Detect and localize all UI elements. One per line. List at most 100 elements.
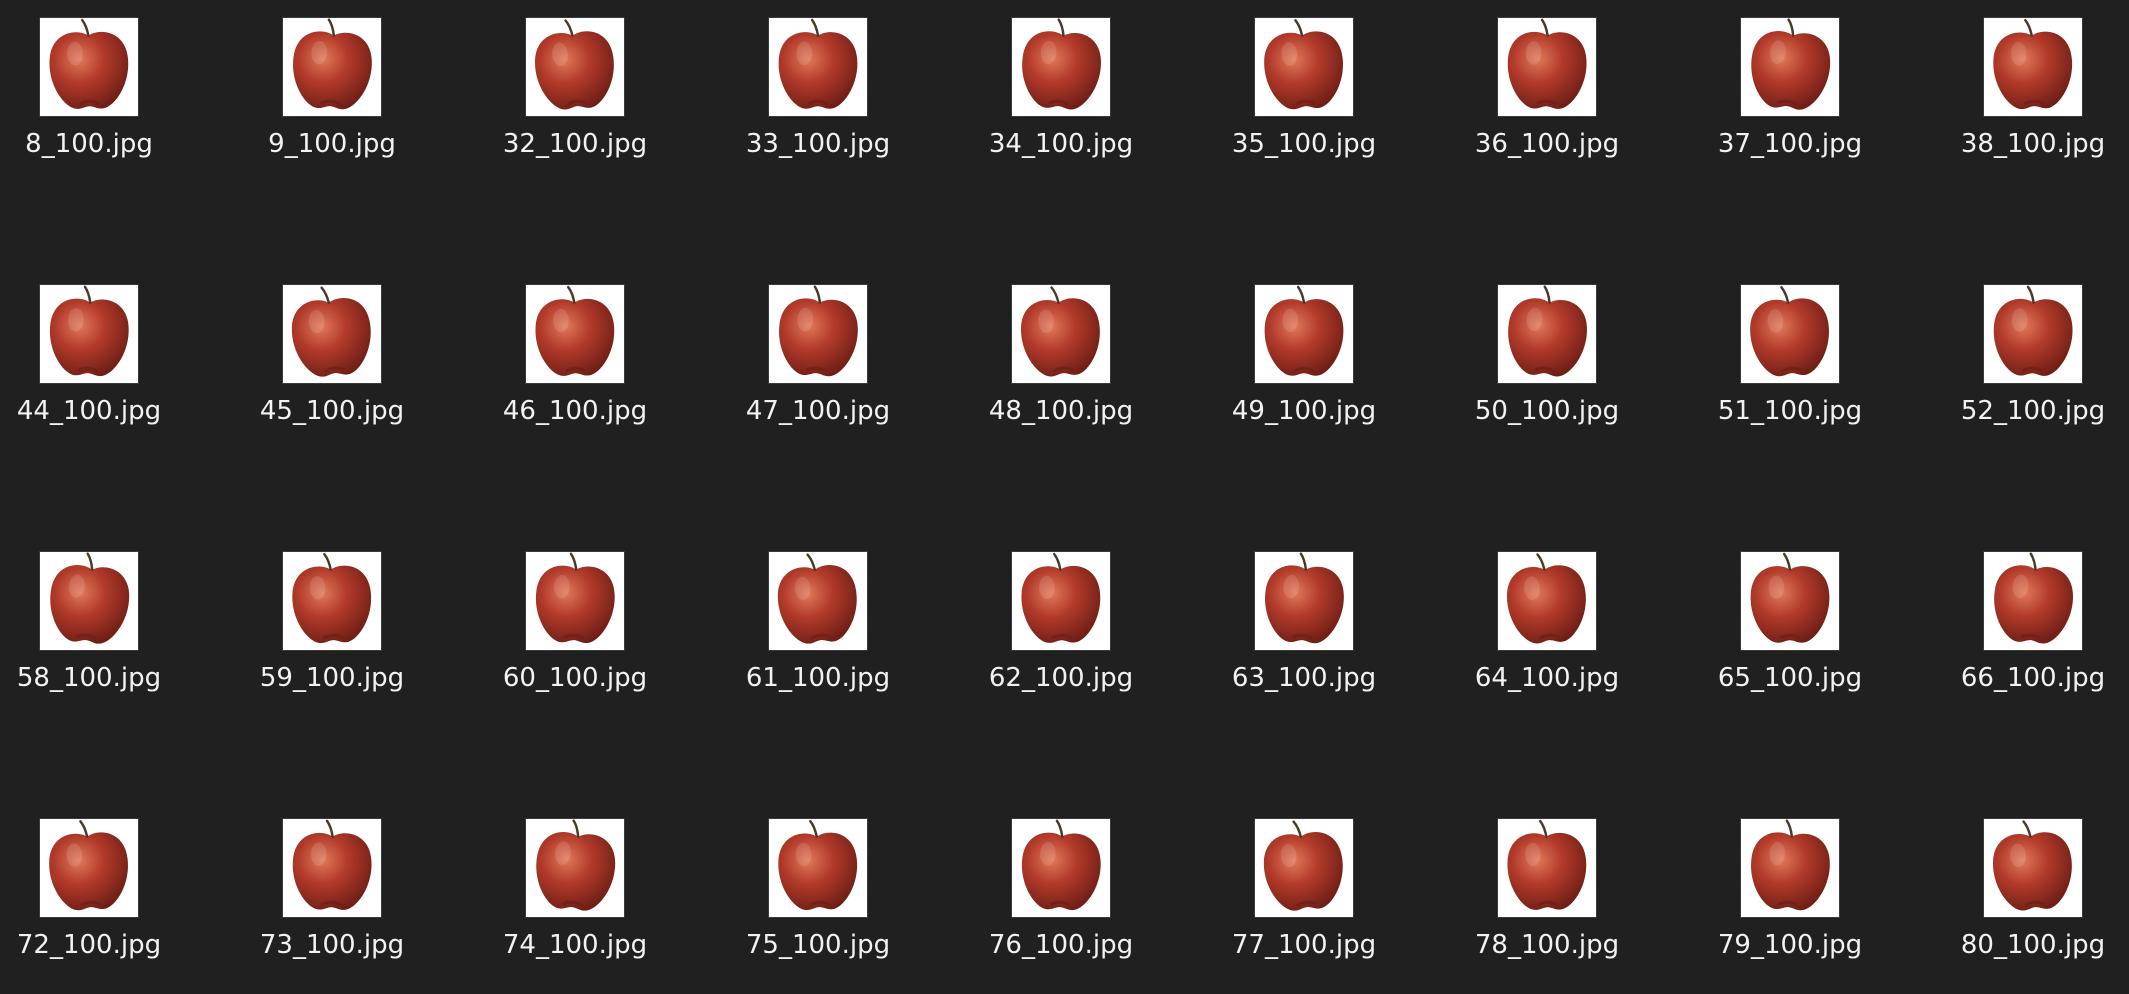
file-item[interactable]: 65_100.jpg xyxy=(1690,551,1890,731)
file-thumbnail[interactable] xyxy=(1983,284,2083,384)
file-name-label[interactable]: 52_100.jpg xyxy=(1933,394,2129,428)
file-item[interactable]: 45_100.jpg xyxy=(232,284,432,464)
file-name-label[interactable]: 45_100.jpg xyxy=(232,394,432,428)
file-item[interactable]: 32_100.jpg xyxy=(475,17,675,197)
file-thumbnail[interactable] xyxy=(282,551,382,651)
file-name-label[interactable]: 66_100.jpg xyxy=(1933,661,2129,695)
file-name-label[interactable]: 59_100.jpg xyxy=(232,661,432,695)
file-item[interactable]: 60_100.jpg xyxy=(475,551,675,731)
file-name-label[interactable]: 50_100.jpg xyxy=(1447,394,1647,428)
file-item[interactable]: 66_100.jpg xyxy=(1933,551,2129,731)
file-name-label[interactable]: 72_100.jpg xyxy=(0,928,189,962)
file-name-label[interactable]: 60_100.jpg xyxy=(475,661,675,695)
file-thumbnail[interactable] xyxy=(1740,17,1840,117)
file-name-label[interactable]: 64_100.jpg xyxy=(1447,661,1647,695)
file-item[interactable]: 62_100.jpg xyxy=(961,551,1161,731)
file-thumbnail[interactable] xyxy=(1740,818,1840,918)
file-item[interactable]: 73_100.jpg xyxy=(232,818,432,994)
file-item[interactable]: 64_100.jpg xyxy=(1447,551,1647,731)
file-name-label[interactable]: 34_100.jpg xyxy=(961,127,1161,161)
file-item[interactable]: 72_100.jpg xyxy=(0,818,189,994)
file-thumbnail[interactable] xyxy=(1497,17,1597,117)
file-item[interactable]: 51_100.jpg xyxy=(1690,284,1890,464)
file-thumbnail[interactable] xyxy=(39,284,139,384)
file-name-label[interactable]: 80_100.jpg xyxy=(1933,928,2129,962)
file-thumbnail[interactable] xyxy=(39,17,139,117)
file-thumbnail[interactable] xyxy=(1983,17,2083,117)
file-thumbnail[interactable] xyxy=(1254,284,1354,384)
file-thumbnail[interactable] xyxy=(1740,284,1840,384)
file-item[interactable]: 44_100.jpg xyxy=(0,284,189,464)
file-name-label[interactable]: 48_100.jpg xyxy=(961,394,1161,428)
file-item[interactable]: 37_100.jpg xyxy=(1690,17,1890,197)
file-item[interactable]: 80_100.jpg xyxy=(1933,818,2129,994)
file-name-label[interactable]: 65_100.jpg xyxy=(1690,661,1890,695)
file-name-label[interactable]: 46_100.jpg xyxy=(475,394,675,428)
file-item[interactable]: 9_100.jpg xyxy=(232,17,432,197)
file-thumbnail[interactable] xyxy=(39,818,139,918)
file-thumbnail[interactable] xyxy=(282,17,382,117)
file-name-label[interactable]: 9_100.jpg xyxy=(232,127,432,161)
file-name-label[interactable]: 76_100.jpg xyxy=(961,928,1161,962)
file-name-label[interactable]: 58_100.jpg xyxy=(0,661,189,695)
file-name-label[interactable]: 73_100.jpg xyxy=(232,928,432,962)
file-item[interactable]: 48_100.jpg xyxy=(961,284,1161,464)
file-item[interactable]: 46_100.jpg xyxy=(475,284,675,464)
file-thumbnail[interactable] xyxy=(282,284,382,384)
file-name-label[interactable]: 49_100.jpg xyxy=(1204,394,1404,428)
file-thumbnail[interactable] xyxy=(768,17,868,117)
file-thumbnail[interactable] xyxy=(1011,284,1111,384)
file-thumbnail[interactable] xyxy=(1011,551,1111,651)
file-name-label[interactable]: 61_100.jpg xyxy=(718,661,918,695)
file-name-label[interactable]: 47_100.jpg xyxy=(718,394,918,428)
file-item[interactable]: 78_100.jpg xyxy=(1447,818,1647,994)
file-thumbnail[interactable] xyxy=(525,818,625,918)
file-item[interactable]: 74_100.jpg xyxy=(475,818,675,994)
file-thumbnail[interactable] xyxy=(1740,551,1840,651)
file-thumbnail[interactable] xyxy=(1983,551,2083,651)
file-name-label[interactable]: 62_100.jpg xyxy=(961,661,1161,695)
file-item[interactable]: 77_100.jpg xyxy=(1204,818,1404,994)
file-name-label[interactable]: 63_100.jpg xyxy=(1204,661,1404,695)
file-name-label[interactable]: 77_100.jpg xyxy=(1204,928,1404,962)
file-thumbnail[interactable] xyxy=(1497,284,1597,384)
file-thumbnail[interactable] xyxy=(1011,17,1111,117)
file-item[interactable]: 8_100.jpg xyxy=(0,17,189,197)
file-name-label[interactable]: 37_100.jpg xyxy=(1690,127,1890,161)
file-thumbnail[interactable] xyxy=(1497,818,1597,918)
file-name-label[interactable]: 51_100.jpg xyxy=(1690,394,1890,428)
file-item[interactable]: 76_100.jpg xyxy=(961,818,1161,994)
file-thumbnail[interactable] xyxy=(1983,818,2083,918)
file-name-label[interactable]: 78_100.jpg xyxy=(1447,928,1647,962)
file-thumbnail[interactable] xyxy=(525,17,625,117)
file-item[interactable]: 34_100.jpg xyxy=(961,17,1161,197)
file-thumbnail[interactable] xyxy=(1254,551,1354,651)
file-name-label[interactable]: 35_100.jpg xyxy=(1204,127,1404,161)
file-item[interactable]: 75_100.jpg xyxy=(718,818,918,994)
file-thumbnail[interactable] xyxy=(39,551,139,651)
file-name-label[interactable]: 33_100.jpg xyxy=(718,127,918,161)
file-item[interactable]: 50_100.jpg xyxy=(1447,284,1647,464)
file-item[interactable]: 47_100.jpg xyxy=(718,284,918,464)
file-item[interactable]: 49_100.jpg xyxy=(1204,284,1404,464)
file-item[interactable]: 61_100.jpg xyxy=(718,551,918,731)
file-name-label[interactable]: 36_100.jpg xyxy=(1447,127,1647,161)
file-thumbnail[interactable] xyxy=(1497,551,1597,651)
file-item[interactable]: 38_100.jpg xyxy=(1933,17,2129,197)
file-item[interactable]: 35_100.jpg xyxy=(1204,17,1404,197)
file-thumbnail[interactable] xyxy=(768,551,868,651)
file-item[interactable]: 52_100.jpg xyxy=(1933,284,2129,464)
file-name-label[interactable]: 74_100.jpg xyxy=(475,928,675,962)
file-thumbnail[interactable] xyxy=(525,284,625,384)
file-thumbnail[interactable] xyxy=(282,818,382,918)
file-thumbnail[interactable] xyxy=(1254,17,1354,117)
file-item[interactable]: 79_100.jpg xyxy=(1690,818,1890,994)
file-item[interactable]: 59_100.jpg xyxy=(232,551,432,731)
file-name-label[interactable]: 75_100.jpg xyxy=(718,928,918,962)
file-thumbnail[interactable] xyxy=(525,551,625,651)
file-name-label[interactable]: 38_100.jpg xyxy=(1933,127,2129,161)
file-item[interactable]: 36_100.jpg xyxy=(1447,17,1647,197)
file-thumbnail[interactable] xyxy=(1011,818,1111,918)
file-name-label[interactable]: 44_100.jpg xyxy=(0,394,189,428)
file-thumbnail[interactable] xyxy=(1254,818,1354,918)
